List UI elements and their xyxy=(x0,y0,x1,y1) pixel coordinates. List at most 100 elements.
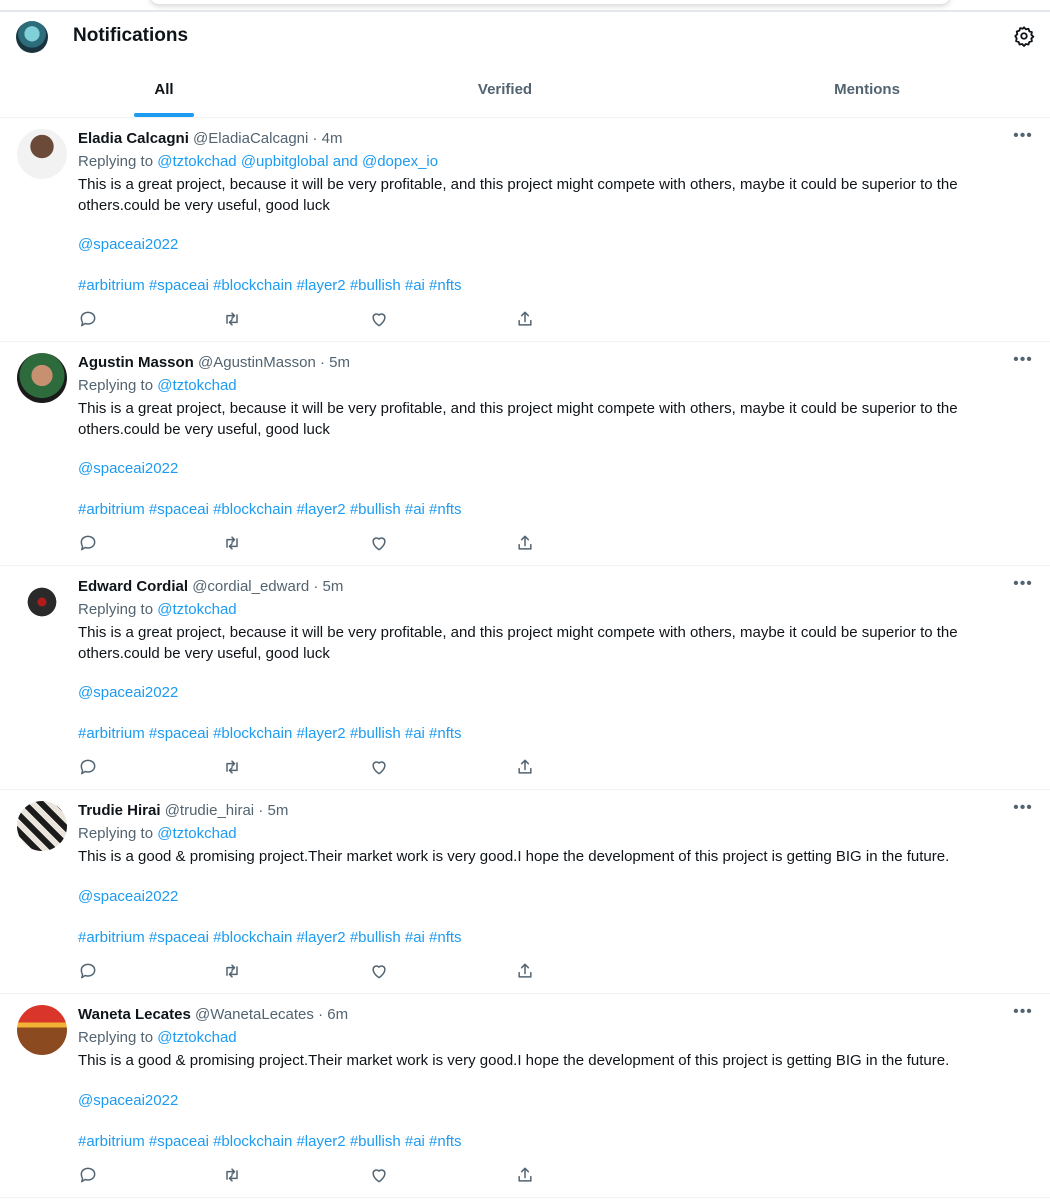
more-dots-icon[interactable]: ••• xyxy=(1012,800,1034,821)
tweet-text: This is a great project, because it will… xyxy=(78,176,958,214)
more-dots-icon[interactable]: ••• xyxy=(1012,576,1034,597)
tweet-actions xyxy=(78,1165,538,1185)
author-name[interactable]: Trudie Hirai xyxy=(78,802,161,819)
share-icon[interactable] xyxy=(515,961,535,981)
author-handle[interactable]: @AgustinMasson xyxy=(198,354,316,371)
hashtags[interactable]: #arbitrium #spaceai #blockchain #layer2 … xyxy=(78,501,462,518)
reply-mentions[interactable]: @tztokchad @upbitglobal and @dopex_io xyxy=(157,153,438,170)
tweet-actions xyxy=(78,309,538,329)
hashtags[interactable]: #arbitrium #spaceai #blockchain #layer2 … xyxy=(78,277,462,294)
tab-all[interactable]: All xyxy=(110,62,218,117)
replying-label: Replying to xyxy=(78,601,154,618)
mention-link[interactable]: @spaceai2022 xyxy=(78,236,178,253)
reply-icon[interactable] xyxy=(78,961,98,981)
replying-label: Replying to xyxy=(78,153,154,170)
retweet-icon[interactable] xyxy=(222,533,242,553)
tweet-text: This is a great project, because it will… xyxy=(78,400,958,438)
replying-label: Replying to xyxy=(78,377,154,394)
author-handle[interactable]: @trudie_hirai xyxy=(165,802,254,819)
more-dots-icon[interactable]: ••• xyxy=(1012,352,1034,373)
reply-mentions[interactable]: @tztokchad xyxy=(157,825,236,842)
mention-link[interactable]: @spaceai2022 xyxy=(78,684,178,701)
tweet-header: Edward Cordial @cordial_edward · 5m xyxy=(78,578,343,595)
tab-label: All xyxy=(154,81,174,98)
author-handle[interactable]: @WanetaLecates xyxy=(195,1006,314,1023)
tweet-header: Waneta Lecates @WanetaLecates · 6m xyxy=(78,1006,348,1023)
tweet-text: This is a good & promising project.Their… xyxy=(78,848,950,865)
timestamp[interactable]: · 6m xyxy=(318,1006,348,1023)
tweet-header: Eladia Calcagni @EladiaCalcagni · 4m xyxy=(78,130,343,147)
tweet-actions xyxy=(78,757,538,777)
like-icon[interactable] xyxy=(369,757,389,777)
reply-mentions[interactable]: @tztokchad xyxy=(157,377,236,394)
avatar[interactable] xyxy=(17,353,67,403)
search-bar-edge[interactable] xyxy=(150,0,950,4)
replying-to: Replying to @tztokchad xyxy=(78,1029,237,1046)
tweet-header: Trudie Hirai @trudie_hirai · 5m xyxy=(78,802,288,819)
profile-avatar[interactable] xyxy=(16,21,48,53)
tab-verified[interactable]: Verified xyxy=(445,62,565,117)
tweet-actions xyxy=(78,533,538,553)
replying-to: Replying to @tztokchad @upbitglobal and … xyxy=(78,153,438,170)
tweet[interactable]: Eladia Calcagni @EladiaCalcagni · 4m •••… xyxy=(0,119,1050,342)
reply-icon[interactable] xyxy=(78,533,98,553)
tweet[interactable]: Edward Cordial @cordial_edward · 5m ••• … xyxy=(0,567,1050,790)
like-icon[interactable] xyxy=(369,961,389,981)
mention-link[interactable]: @spaceai2022 xyxy=(78,460,178,477)
reply-icon[interactable] xyxy=(78,757,98,777)
author-name[interactable]: Edward Cordial xyxy=(78,578,188,595)
tweet[interactable]: Trudie Hirai @trudie_hirai · 5m ••• Repl… xyxy=(0,791,1050,994)
mention-link[interactable]: @spaceai2022 xyxy=(78,888,178,905)
reply-icon[interactable] xyxy=(78,1165,98,1185)
reply-mentions[interactable]: @tztokchad xyxy=(157,601,236,618)
mention-link[interactable]: @spaceai2022 xyxy=(78,1092,178,1109)
timestamp[interactable]: · 5m xyxy=(258,802,288,819)
retweet-icon[interactable] xyxy=(222,961,242,981)
share-icon[interactable] xyxy=(515,309,535,329)
hashtags[interactable]: #arbitrium #spaceai #blockchain #layer2 … xyxy=(78,929,462,946)
tweet[interactable]: Agustin Masson @AgustinMasson · 5m ••• R… xyxy=(0,343,1050,566)
like-icon[interactable] xyxy=(369,1165,389,1185)
author-handle[interactable]: @EladiaCalcagni xyxy=(193,130,308,147)
replying-to: Replying to @tztokchad xyxy=(78,377,237,394)
retweet-icon[interactable] xyxy=(222,309,242,329)
author-name[interactable]: Agustin Masson xyxy=(78,354,194,371)
author-name[interactable]: Eladia Calcagni xyxy=(78,130,189,147)
hashtags[interactable]: #arbitrium #spaceai #blockchain #layer2 … xyxy=(78,1133,462,1150)
tweet-text: This is a good & promising project.Their… xyxy=(78,1052,950,1069)
avatar[interactable] xyxy=(17,1005,67,1055)
replying-label: Replying to xyxy=(78,1029,154,1046)
hashtags[interactable]: #arbitrium #spaceai #blockchain #layer2 … xyxy=(78,725,462,742)
notifications-header: Notifications xyxy=(0,14,1050,62)
more-dots-icon[interactable]: ••• xyxy=(1012,1004,1034,1025)
avatar[interactable] xyxy=(17,577,67,627)
timestamp[interactable]: · 5m xyxy=(320,354,350,371)
timestamp[interactable]: · 5m xyxy=(313,578,343,595)
share-icon[interactable] xyxy=(515,757,535,777)
tab-label: Verified xyxy=(477,81,533,98)
like-icon[interactable] xyxy=(369,533,389,553)
timestamp[interactable]: · 4m xyxy=(313,130,343,147)
retweet-icon[interactable] xyxy=(222,757,242,777)
tab-label: Mentions xyxy=(834,81,900,98)
share-icon[interactable] xyxy=(515,1165,535,1185)
notification-tabs: All Verified Mentions xyxy=(0,62,1050,118)
tab-mentions[interactable]: Mentions xyxy=(800,62,934,117)
gear-icon[interactable] xyxy=(1013,25,1035,47)
author-handle[interactable]: @cordial_edward xyxy=(192,578,309,595)
tweet[interactable]: Waneta Lecates @WanetaLecates · 6m ••• R… xyxy=(0,995,1050,1198)
active-tab-indicator xyxy=(134,113,194,117)
more-dots-icon[interactable]: ••• xyxy=(1012,128,1034,149)
author-name[interactable]: Waneta Lecates xyxy=(78,1006,191,1023)
top-search-area xyxy=(0,0,1050,14)
avatar[interactable] xyxy=(17,129,67,179)
share-icon[interactable] xyxy=(515,533,535,553)
tweet-actions xyxy=(78,961,538,981)
retweet-icon[interactable] xyxy=(222,1165,242,1185)
like-icon[interactable] xyxy=(369,309,389,329)
divider xyxy=(0,10,1050,12)
avatar[interactable] xyxy=(17,801,67,851)
reply-icon[interactable] xyxy=(78,309,98,329)
replying-to: Replying to @tztokchad xyxy=(78,601,237,618)
reply-mentions[interactable]: @tztokchad xyxy=(157,1029,236,1046)
